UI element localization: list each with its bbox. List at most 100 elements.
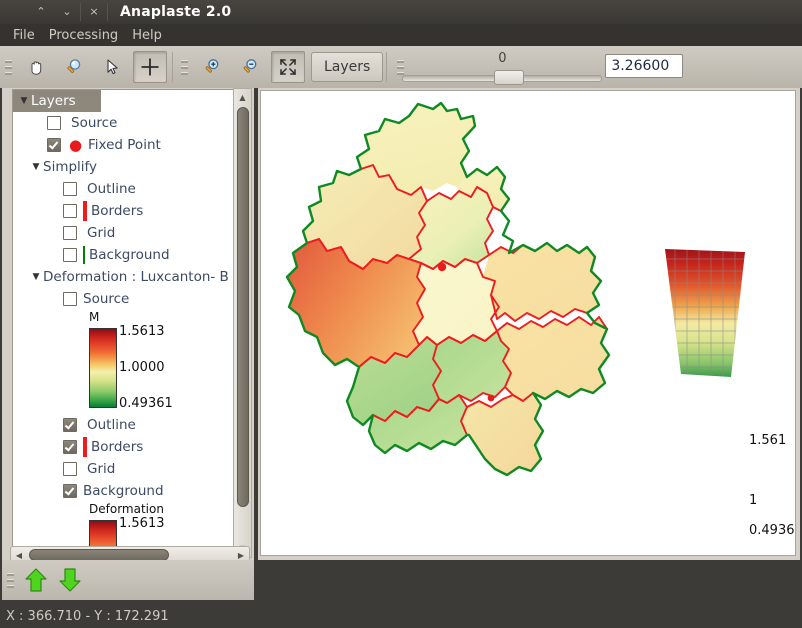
map-canvas[interactable]: 1.561 1 0.4936 <box>260 90 796 556</box>
checkbox-simplify-grid[interactable] <box>63 226 77 240</box>
window-title: Anaplaste 2.0 <box>120 4 231 20</box>
arrow-up-icon <box>24 567 48 593</box>
move-layer-down-button[interactable] <box>53 564 87 596</box>
menu-bar: File Processing Help <box>0 24 802 46</box>
tree-label-deformation-grid: Grid <box>87 461 115 477</box>
tree-label-source: Source <box>71 115 117 131</box>
move-layer-up-button[interactable] <box>19 564 53 596</box>
canton-fills <box>287 103 609 475</box>
expand-arrows-icon <box>278 57 298 77</box>
magnifier-plus-icon <box>202 57 222 77</box>
tree-label-simplify-grid: Grid <box>87 225 115 241</box>
tree-label-simplify: Simplify <box>43 159 97 175</box>
checkbox-fixed-point[interactable] <box>47 138 61 152</box>
tree-label-deformation-borders: Borders <box>91 439 143 455</box>
chevron-down-icon-simplify[interactable]: ▼ <box>29 162 43 172</box>
map-legend-labels: 1.561 1 0.4936 <box>657 427 787 537</box>
menu-file[interactable]: File <box>6 26 42 45</box>
checkbox-simplify-borders[interactable] <box>63 204 77 218</box>
magnifier-minus-icon <box>240 57 260 77</box>
tree-item-source[interactable]: Source <box>13 112 233 134</box>
layer-order-toolbar <box>2 560 254 600</box>
layers-button[interactable]: Layers <box>311 52 383 82</box>
tree-colorbar-m: M 1.5613 1.0000 0.49361 <box>13 310 233 414</box>
chevron-down-icon-deformation[interactable]: ▼ <box>29 272 43 282</box>
colorbar-deformation-title: Deformation <box>13 502 233 516</box>
swatch-box-red-2 <box>83 439 87 455</box>
colorbar-m-gradient <box>89 328 117 408</box>
checkbox-deformation-borders[interactable] <box>63 440 77 454</box>
layers-tree[interactable]: ▼ Layers Source ● Fixed Point ▼ Simplify <box>12 89 234 557</box>
cursor-arrow-icon <box>102 57 122 77</box>
tree-label-simplify-outline: Outline <box>87 181 136 197</box>
pan-tool-button[interactable] <box>19 51 53 83</box>
scroll-up-icon[interactable]: ▲ <box>235 90 250 105</box>
tree-item-simplify-grid[interactable]: Grid <box>13 222 233 244</box>
tree-item-simplify-borders[interactable]: Borders <box>13 200 233 222</box>
zoom-out-tool-button[interactable] <box>233 51 267 83</box>
tree-label-simplify-borders: Borders <box>91 203 143 219</box>
tree-root-label: Layers <box>31 93 76 109</box>
tree-item-simplify-outline[interactable]: Outline <box>13 178 233 200</box>
colorbar-m-tick-min: 0.49361 <box>119 396 173 411</box>
menu-help[interactable]: Help <box>125 26 169 45</box>
menu-processing[interactable]: Processing <box>42 26 125 45</box>
hand-icon <box>26 57 46 77</box>
main-toolbar: Layers 0 3.26600 <box>0 46 802 88</box>
checkbox-source[interactable] <box>47 116 61 130</box>
tree-label-deformation-outline: Outline <box>87 417 136 433</box>
map-legend <box>659 241 753 385</box>
legend-label-max: 1.561 <box>749 433 786 448</box>
checkbox-deformation-outline[interactable] <box>63 418 77 432</box>
swatch-dot-red: ● <box>67 140 84 150</box>
tree-item-deformation-grid[interactable]: Grid <box>13 458 233 480</box>
checkbox-deformation-grid[interactable] <box>63 462 77 476</box>
checkbox-deformation-background[interactable] <box>63 484 77 498</box>
map-panel: 1.561 1 0.4936 <box>258 88 800 560</box>
vscroll-thumb[interactable] <box>237 107 249 507</box>
application-window: ⌃ ⌄ × Anaplaste 2.0 File Processing Help <box>0 0 802 628</box>
zoom-extent-tool-button[interactable] <box>271 51 305 83</box>
toolbar-separator <box>172 52 173 82</box>
toolbar-grip-2[interactable] <box>180 54 189 80</box>
toolbar-grip-4[interactable] <box>6 567 15 593</box>
minimize-icon[interactable]: ⌃ <box>28 3 54 21</box>
tree-label-fixed-point: Fixed Point <box>88 137 161 153</box>
window-bottom-fill <box>256 560 802 604</box>
arrow-down-icon <box>58 567 82 593</box>
window-controls: ⌃ ⌄ × <box>28 3 108 21</box>
tree-group-deformation[interactable]: ▼ Deformation : Luxcanton- B <box>13 266 233 288</box>
add-point-tool-button[interactable] <box>133 51 167 83</box>
identify-tool-button[interactable] <box>57 51 91 83</box>
title-bar: ⌃ ⌄ × Anaplaste 2.0 <box>0 0 802 24</box>
close-icon[interactable]: × <box>80 3 108 21</box>
checkbox-simplify-background[interactable] <box>63 248 77 262</box>
tree-item-deformation-background[interactable]: Background <box>13 480 233 502</box>
layers-panel: ▼ Layers Source ● Fixed Point ▼ Simplify <box>2 88 254 560</box>
slider-thumb[interactable] <box>494 70 524 85</box>
tree-item-deformation-outline[interactable]: Outline <box>13 414 233 436</box>
tree-item-fixed-point[interactable]: ● Fixed Point <box>13 134 233 156</box>
swatch-fill-green <box>83 247 85 263</box>
canton-grevenmacher <box>497 317 609 401</box>
fixed-point-marker <box>438 263 446 271</box>
tree-label-deformation: Deformation : Luxcanton- B <box>43 269 229 285</box>
canton-remich <box>461 393 543 475</box>
tree-item-simplify-background[interactable]: Background <box>13 244 233 266</box>
layers-tree-vscrollbar[interactable]: ▲ ▼ <box>233 88 252 558</box>
zoom-in-tool-button[interactable] <box>195 51 229 83</box>
chevron-down-icon: ▼ <box>17 96 31 106</box>
tree-item-deformation-source[interactable]: Source <box>13 288 233 310</box>
checkbox-simplify-outline[interactable] <box>63 182 77 196</box>
tree-root-layers[interactable]: ▼ Layers <box>13 90 101 112</box>
checkbox-deformation-source[interactable] <box>63 292 77 306</box>
legend-label-mid: 1 <box>749 493 757 508</box>
tree-group-simplify[interactable]: ▼ Simplify <box>13 156 233 178</box>
maximize-icon[interactable]: ⌄ <box>54 3 80 21</box>
tree-item-deformation-borders[interactable]: Borders <box>13 436 233 458</box>
scale-value-input[interactable]: 3.26600 <box>605 54 683 78</box>
select-tool-button[interactable] <box>95 51 129 83</box>
toolbar-grip[interactable] <box>4 54 13 80</box>
colorbar-deformation-tick-max: 1.5613 <box>119 516 165 531</box>
magnifier-icon <box>64 57 84 77</box>
